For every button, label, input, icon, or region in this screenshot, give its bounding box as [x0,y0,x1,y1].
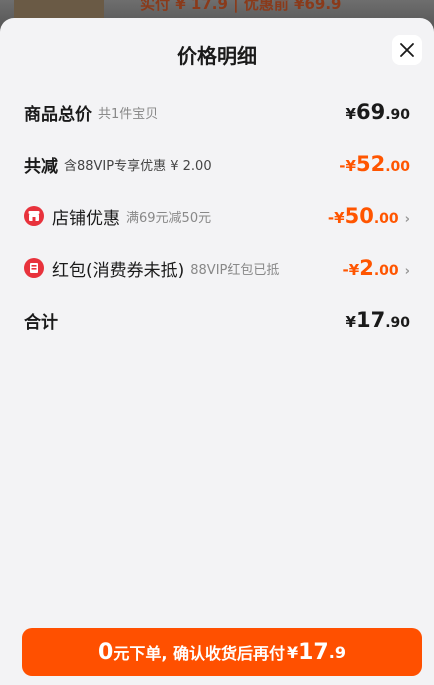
shop-discount-label: 店铺优惠 [52,208,120,229]
total-discount-row: 共减 含88VIP专享优惠 ¥ 2.00 -¥ 52.00 [24,150,410,178]
subtotal-row: 商品总价 共1件宝贝 ¥69.90 [24,98,410,126]
red-packet-icon [24,258,44,278]
chevron-right-icon: › [404,212,410,227]
confirm-order-button[interactable]: 0 元下单, 确认收货后再付 ¥ 17 .9 [22,628,422,676]
red-packet-note: 88VIP红包已抵 [190,262,280,278]
total-discount-label: 共减 [24,156,58,177]
cta-amount-dec: .9 [328,642,346,662]
vip-discount-note: 含88VIP专享优惠 ¥ 2.00 [64,158,212,174]
subtotal-label: 商品总价 [24,104,92,125]
cta-yen: ¥ [286,642,299,662]
shop-discount-amount: -¥ 50.00 › [327,204,410,228]
close-icon [400,43,414,57]
sheet-title: 价格明细 [177,44,257,68]
item-count: 共1件宝贝 [98,106,159,122]
sheet-header: 价格明细 [0,18,434,80]
total-discount-amount: -¥ 52.00 [339,152,410,176]
background-price-text: 实付 ¥ 17.9 | 优惠前 ¥69.9 [140,0,342,13]
subtotal-amount: ¥69.90 [345,100,410,124]
total-amount: ¥17.90 [345,308,410,332]
cta-zero: 0 [98,639,114,665]
cta-text: 元下单, 确认收货后再付 [113,644,285,663]
total-label: 合计 [24,312,58,333]
chevron-right-icon: › [404,264,410,279]
close-button[interactable] [392,35,422,65]
price-detail-sheet: 价格明细 商品总价 共1件宝贝 ¥69.90 共减 含88VIP专享优惠 ¥ 2… [0,18,434,685]
shop-discount-row[interactable]: 店铺优惠 满69元减50元 -¥ 50.00 › [24,202,410,230]
red-packet-row[interactable]: 红包(消费券未抵) 88VIP红包已抵 -¥ 2.00 › [24,254,410,282]
total-row: 合计 ¥17.90 [24,306,410,334]
shop-icon [24,206,44,226]
cta-amount-int: 17 [298,639,329,665]
red-packet-amount: -¥ 2.00 › [342,256,410,280]
shop-discount-rule: 满69元减50元 [126,210,212,226]
red-packet-label: 红包(消费券未抵) [52,260,185,281]
